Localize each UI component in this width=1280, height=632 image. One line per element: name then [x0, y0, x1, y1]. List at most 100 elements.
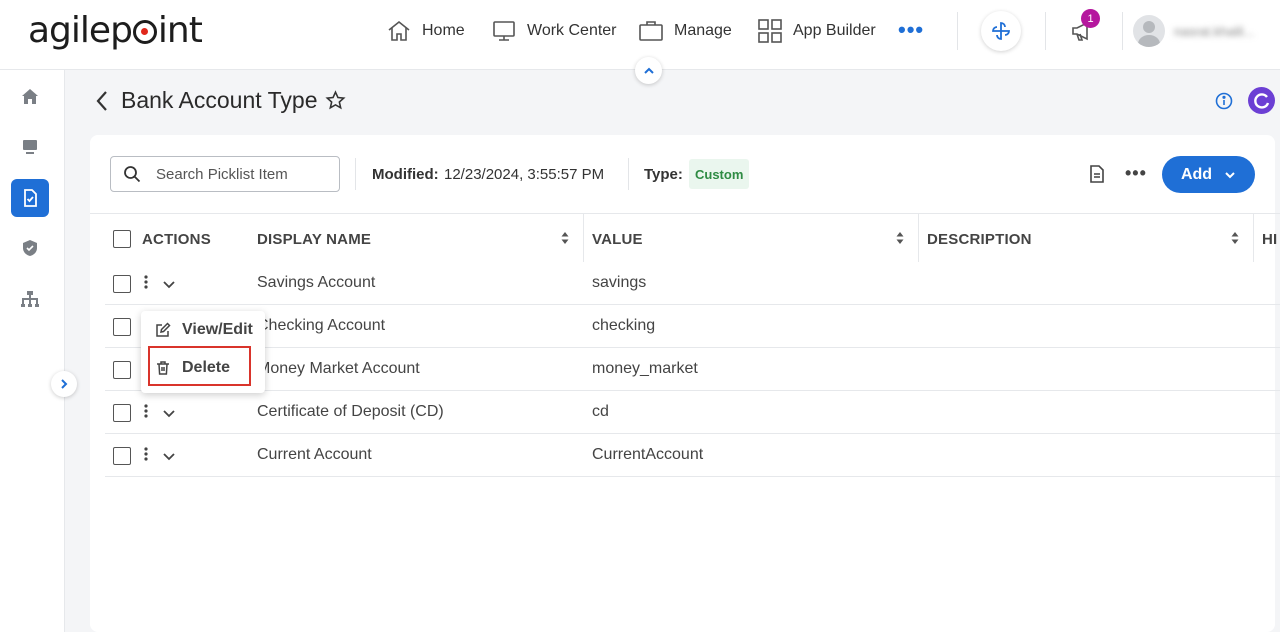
org-chart-icon [21, 291, 39, 307]
sidebar-item-picklists[interactable] [11, 179, 49, 217]
menu-item-view-edit[interactable]: View/Edit [141, 312, 265, 348]
column-header-value[interactable]: VALUE [592, 231, 643, 248]
row-display-name: Savings Account [257, 274, 376, 291]
shield-icon [23, 240, 37, 256]
nav-app-builder-label: App Builder [793, 22, 876, 39]
back-arrow-icon[interactable] [94, 90, 110, 112]
kebab-menu-icon[interactable] [143, 402, 149, 420]
table-header: ACTIONS DISPLAY NAME VALUE DESCRIPTION H… [90, 213, 1280, 262]
sort-icon[interactable] [896, 231, 904, 245]
row-checkbox[interactable] [113, 318, 131, 336]
chevron-right-icon [61, 379, 68, 389]
monitor-icon [493, 21, 515, 41]
home-icon [22, 89, 38, 104]
row-display-name: Current Account [257, 446, 372, 463]
column-header-description[interactable]: DESCRIPTION [927, 231, 1032, 248]
edit-icon [156, 322, 171, 337]
menu-item-delete-label: Delete [182, 359, 231, 376]
sidebar-item-home[interactable] [11, 78, 49, 116]
row-value: cd [592, 403, 609, 420]
search-icon [124, 166, 141, 183]
divider [355, 158, 356, 190]
trash-icon [157, 361, 169, 375]
sidebar-item-work-center[interactable] [11, 128, 49, 166]
chevron-down-icon[interactable] [162, 449, 176, 463]
nav-work-center[interactable]: Work Center [491, 16, 617, 46]
refresh-button[interactable] [1248, 87, 1275, 114]
column-header-actions: ACTIONS [142, 231, 211, 248]
username[interactable]: nasrat.khalil... [1174, 24, 1254, 39]
grid-icon [758, 19, 782, 43]
nav-more-button[interactable]: ••• [898, 19, 924, 41]
row-display-name: Money Market Account [257, 360, 420, 377]
refresh-icon [1253, 92, 1269, 109]
nav-app-builder[interactable]: App Builder [757, 16, 876, 46]
divider [628, 158, 629, 190]
search-box[interactable] [110, 156, 340, 192]
row-display-name: Certificate of Deposit (CD) [257, 403, 444, 420]
favorite-star-icon[interactable] [325, 90, 346, 111]
more-options-icon[interactable]: ••• [1125, 164, 1147, 182]
document-icon[interactable] [1088, 164, 1106, 184]
sort-icon[interactable] [561, 231, 569, 245]
table-row[interactable]: Current Account CurrentAccount [105, 434, 1280, 477]
add-button-label: Add [1180, 165, 1213, 183]
expand-sidebar-button[interactable] [51, 371, 77, 397]
notification-badge: 1 [1081, 9, 1100, 28]
chevron-down-icon[interactable] [162, 277, 176, 291]
add-button[interactable]: Add [1162, 156, 1255, 193]
row-value: money_market [592, 360, 698, 377]
kebab-menu-icon[interactable] [143, 273, 149, 291]
menu-item-delete[interactable]: Delete [141, 350, 265, 386]
row-display-name: Checking Account [257, 317, 386, 334]
sort-icon[interactable] [1231, 231, 1239, 245]
search-input[interactable] [156, 165, 336, 183]
row-action-menu: View/Edit Delete [141, 311, 265, 393]
nav-home-label: Home [422, 22, 465, 39]
kebab-menu-icon[interactable] [143, 445, 149, 463]
chevron-down-icon [1225, 171, 1235, 178]
divider [1045, 12, 1046, 50]
home-icon [388, 20, 410, 41]
sidebar-item-security[interactable] [11, 229, 49, 267]
column-header-cutoff[interactable]: HI [1262, 231, 1277, 248]
avatar[interactable] [1133, 15, 1165, 47]
agilepoint-logo[interactable]: agilep int [28, 10, 203, 51]
info-icon[interactable] [1215, 92, 1233, 110]
ai-assistant-button[interactable] [981, 11, 1021, 51]
briefcase-icon [639, 21, 663, 41]
column-header-display-name[interactable]: DISPLAY NAME [257, 231, 371, 248]
document-check-icon [24, 189, 37, 207]
row-checkbox[interactable] [113, 447, 131, 465]
row-value: savings [592, 274, 647, 291]
chevron-down-icon[interactable] [162, 406, 176, 420]
row-value: checking [592, 317, 656, 334]
column-divider[interactable] [918, 214, 919, 262]
nav-home[interactable]: Home [386, 16, 465, 46]
sidebar [0, 70, 65, 632]
nav-manage[interactable]: Manage [638, 16, 732, 46]
row-checkbox[interactable] [113, 275, 131, 293]
divider [1122, 12, 1123, 50]
modified-value: 12/23/2024, 3:55:57 PM [444, 166, 605, 183]
collapse-header-button[interactable] [635, 57, 662, 84]
type-label: Type: [644, 166, 683, 183]
column-divider[interactable] [1253, 214, 1254, 262]
row-checkbox[interactable] [113, 404, 131, 422]
select-all-checkbox[interactable] [113, 230, 131, 248]
row-checkbox[interactable] [113, 361, 131, 379]
pinwheel-icon [992, 22, 1010, 40]
column-divider[interactable] [583, 214, 584, 262]
table-row[interactable]: Checking Account checking [105, 305, 1280, 348]
page-title: Bank Account Type [121, 87, 318, 113]
type-badge: Custom [689, 159, 750, 189]
nav-work-center-label: Work Center [527, 22, 617, 39]
table-row[interactable]: Money Market Account money_market [105, 348, 1280, 391]
table-row[interactable]: Certificate of Deposit (CD) cd [105, 391, 1280, 434]
menu-item-view-edit-label: View/Edit [182, 321, 253, 338]
nav-manage-label: Manage [674, 22, 732, 39]
table-row[interactable]: Savings Account savings [105, 262, 1280, 305]
chevron-up-icon [643, 67, 654, 74]
sidebar-item-hierarchy[interactable] [11, 280, 49, 318]
divider [957, 12, 958, 50]
